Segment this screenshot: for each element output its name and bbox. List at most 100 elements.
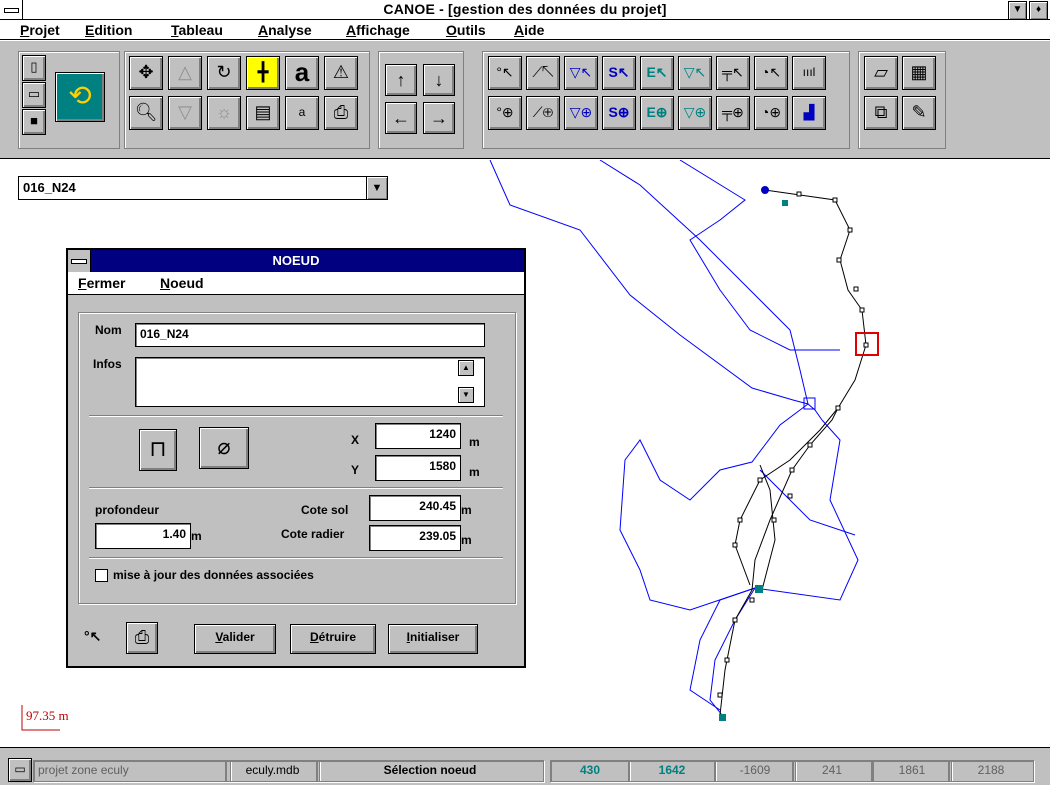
scale-label: 97.35 m	[26, 708, 69, 723]
add-gauge-icon[interactable]: ◔⊕	[754, 96, 788, 130]
menu-affichage[interactable]: Affichage	[346, 22, 410, 38]
copy-icon[interactable]: ⧉	[864, 96, 898, 130]
arrow-down-icon[interactable]: ↓	[423, 64, 455, 96]
select-e-icon[interactable]: E↖	[640, 56, 674, 90]
dialog-menu-fermer[interactable]: Fermer	[78, 275, 125, 291]
valider-button[interactable]: Valider	[194, 624, 276, 654]
scroll-down-icon[interactable]: ▼	[458, 387, 474, 403]
menu-aide[interactable]: Aide	[514, 22, 544, 38]
edit-layer-icon[interactable]: ▱	[864, 56, 898, 90]
triangle-down-icon[interactable]: ▽	[168, 96, 202, 130]
infos-field[interactable]	[135, 357, 485, 407]
open-folder-icon[interactable]: ▭	[22, 82, 46, 108]
title-bar: CANOE - [gestion des données du projet] …	[0, 0, 1050, 20]
menu-outils[interactable]: Outils	[446, 22, 486, 38]
status-bar: ▭ projet zone eculy eculy.mdb Sélection …	[0, 747, 1050, 785]
text-large-icon[interactable]: a	[285, 56, 319, 90]
move-cross-icon[interactable]: ✥	[129, 56, 163, 90]
select-link-icon[interactable]: ⟋↖	[526, 56, 560, 90]
y-label: Y	[351, 463, 360, 477]
triangle-up-icon[interactable]: △	[168, 56, 202, 90]
select-basin-icon[interactable]: ▽↖	[678, 56, 712, 90]
rotate-icon[interactable]: ↻	[207, 56, 241, 90]
cote-radier-label: Cote radier	[281, 527, 345, 541]
toolbar-group-arrows: ↑ ↓ ← →	[378, 51, 464, 149]
node-selector-combo[interactable]: 016_N24 ▼	[18, 176, 388, 200]
select-gauge-icon[interactable]: ◔↖	[754, 56, 788, 90]
select-s-icon[interactable]: S↖	[602, 56, 636, 90]
toolbar-group-file: ▯ ▭ ■ ⟲	[18, 51, 120, 149]
refresh-cycle-icon[interactable]: ⟲	[55, 72, 105, 122]
initialiser-button[interactable]: Initialiser	[388, 624, 478, 654]
add-e-icon[interactable]: E⊕	[640, 96, 674, 130]
menu-bar: Projet Edition Tableau Analyse Affichage…	[0, 20, 1050, 40]
node-selector-value: 016_N24	[23, 180, 76, 195]
cote-sol-field[interactable]: 240.45	[369, 495, 461, 521]
profondeur-label: profondeur	[95, 503, 159, 517]
chevron-down-icon[interactable]: ▼	[366, 177, 387, 199]
select-pump-icon[interactable]: ╤↖	[716, 56, 750, 90]
toolbar-group-misc: ▱ ▦ ⧉ ✎	[858, 51, 946, 149]
menu-tableau[interactable]: Tableau	[171, 22, 223, 38]
cote-radier-unit: m	[461, 533, 472, 547]
noeud-dialog: NOEUD Fermer Noeud Nom 016_N24 Infos ▲ ▼…	[66, 248, 526, 668]
ruler-icon[interactable]: ╋	[246, 56, 280, 90]
blue-line-center	[599, 160, 809, 405]
add-basin-icon[interactable]: ▽⊕	[678, 96, 712, 130]
toolbar-group-tools: ✥ △ ↻ ╋ a ⚠ 🔍︎ ▽ ☼ ▤ a ⎙	[124, 51, 370, 149]
blue-line-loop	[619, 403, 809, 611]
menu-projet[interactable]: Projet	[20, 22, 60, 38]
nom-label: Nom	[95, 323, 122, 337]
status-value-5: 1861	[872, 760, 952, 782]
add-node-icon[interactable]: °⊕	[488, 96, 522, 130]
status-file: eculy.mdb	[225, 760, 320, 782]
digitizer-icon[interactable]: ⌀	[199, 427, 249, 469]
dialog-menu-bar: Fermer Noeud	[68, 272, 524, 295]
status-window-icon[interactable]: ▭	[8, 758, 32, 782]
print-icon[interactable]: ⎙	[324, 96, 358, 130]
pipe-main	[719, 189, 867, 716]
mise-a-jour-checkbox[interactable]	[95, 569, 108, 582]
chart-bars-icon[interactable]: ıııl	[792, 56, 826, 90]
arrow-right-icon[interactable]: →	[423, 102, 455, 134]
restore-icon[interactable]: ♦	[1029, 1, 1048, 20]
outlet-north	[782, 200, 788, 206]
node-properties-panel: Nom 016_N24 Infos ▲ ▼ ⊓ ⌀ X 1240 m Y 158…	[78, 312, 516, 604]
mouse-icon[interactable]: ⊓	[139, 429, 177, 471]
separator	[89, 487, 503, 489]
minimize-icon[interactable]: ▼	[1008, 1, 1027, 20]
text-small-icon[interactable]: a	[285, 96, 319, 130]
table-icon[interactable]: ▦	[902, 56, 936, 90]
chart-area-icon[interactable]: ▟	[792, 96, 826, 130]
cote-radier-field[interactable]: 239.05	[369, 525, 461, 551]
x-field[interactable]: 1240	[375, 423, 461, 449]
window-icon[interactable]: ▤	[246, 96, 280, 130]
print-dialog-icon[interactable]: ⎙	[126, 622, 158, 654]
cote-sol-label: Cote sol	[301, 503, 349, 517]
dialog-menu-noeud[interactable]: Noeud	[160, 275, 204, 291]
add-weir-icon[interactable]: ▽⊕	[564, 96, 598, 130]
status-value-2: 1642	[628, 760, 716, 782]
zoom-lens-icon[interactable]: 🔍︎	[129, 96, 163, 130]
sun-icon[interactable]: ☼	[207, 96, 241, 130]
warning-icon[interactable]: ⚠	[324, 56, 358, 90]
add-s-icon[interactable]: S⊕	[602, 96, 636, 130]
outlet-south	[719, 714, 726, 721]
new-file-icon[interactable]: ▯	[22, 55, 46, 81]
select-node-icon[interactable]: °↖	[488, 56, 522, 90]
y-field[interactable]: 1580	[375, 455, 461, 481]
dialog-system-menu-icon[interactable]	[68, 250, 91, 272]
profondeur-field[interactable]: 1.40	[95, 523, 191, 549]
arrow-left-icon[interactable]: ←	[385, 102, 417, 134]
add-link-icon[interactable]: ⟋⊕	[526, 96, 560, 130]
menu-edition[interactable]: Edition	[85, 22, 132, 38]
detruire-button[interactable]: Détruire	[290, 624, 376, 654]
pencil-icon[interactable]: ✎	[902, 96, 936, 130]
menu-analyse[interactable]: Analyse	[258, 22, 312, 38]
select-weir-icon[interactable]: ▽↖	[564, 56, 598, 90]
scroll-up-icon[interactable]: ▲	[458, 360, 474, 376]
add-pump-icon[interactable]: ╤⊕	[716, 96, 750, 130]
arrow-up-icon[interactable]: ↑	[385, 64, 417, 96]
save-disk-icon[interactable]: ■	[22, 109, 46, 135]
nom-field[interactable]: 016_N24	[135, 323, 485, 347]
